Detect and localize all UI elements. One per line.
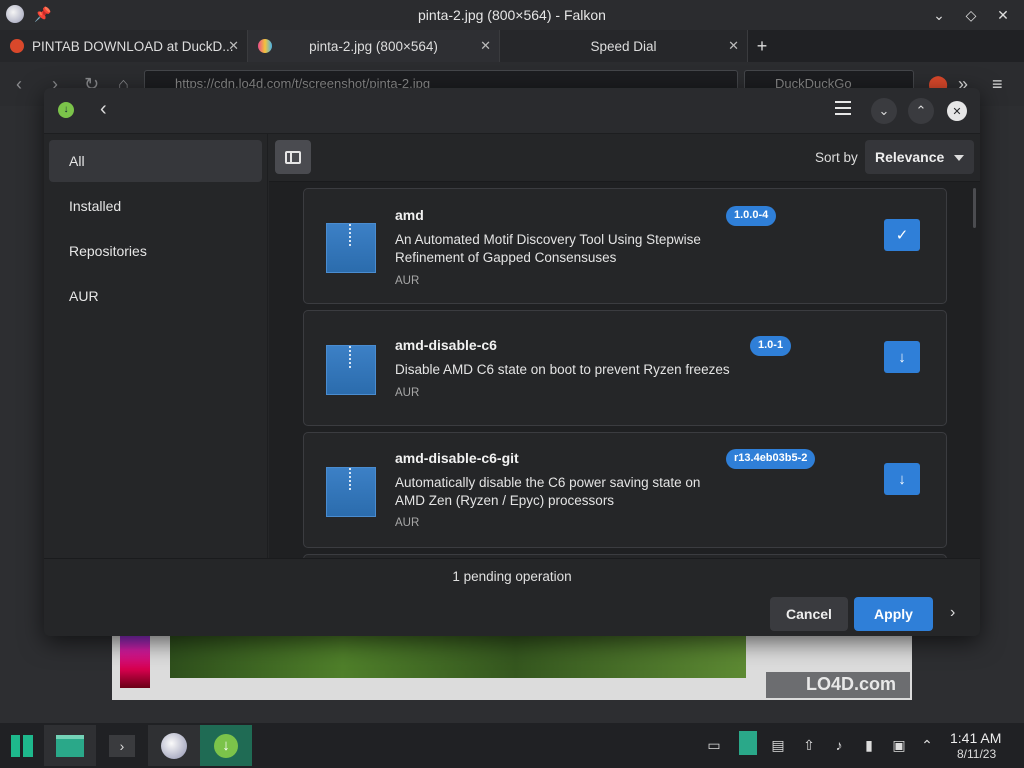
back-icon[interactable]: ‹ bbox=[16, 74, 22, 95]
scrollbar[interactable] bbox=[973, 188, 976, 228]
tab-close-icon[interactable]: ✕ bbox=[728, 38, 739, 54]
color-palette bbox=[120, 632, 150, 688]
dialog-close-button[interactable]: ✕ bbox=[947, 101, 967, 121]
check-icon: ✓ bbox=[895, 227, 909, 244]
window-title: pinta-2.jpg (800×564) - Falkon bbox=[418, 7, 606, 23]
apply-button[interactable]: Apply bbox=[854, 597, 933, 631]
package-description: Disable AMD C6 state on boot to prevent … bbox=[395, 362, 730, 377]
download-icon: ↓ bbox=[898, 348, 906, 366]
volume-muted-icon[interactable]: ♪ bbox=[830, 737, 848, 755]
main-menu-icon[interactable]: ≡ bbox=[992, 74, 1003, 95]
terminal-icon: › bbox=[109, 734, 135, 757]
package-content: Sort by Relevance amd 1.0.0-4 An Automat… bbox=[269, 134, 980, 558]
back-button[interactable]: ‹ bbox=[100, 98, 107, 121]
window-controls: ⌄ ◇ ✕ bbox=[930, 6, 1012, 24]
package-name: amd-disable-c6 bbox=[395, 337, 497, 353]
chevron-right-icon[interactable]: › bbox=[950, 604, 955, 622]
dialog-header: ↓ ‹ ⌄ ⌃ ✕ bbox=[44, 88, 980, 134]
falkon-icon bbox=[161, 732, 187, 759]
package-archive-icon bbox=[326, 223, 376, 273]
lo4d-watermark: LO4D.com bbox=[766, 672, 910, 698]
new-tab-button[interactable]: + bbox=[748, 30, 776, 62]
package-repo: AUR bbox=[395, 517, 420, 529]
package-card[interactable]: amd 1.0.0-4 An Automated Motif Discovery… bbox=[303, 188, 947, 304]
update-icon[interactable]: ⇧ bbox=[800, 737, 818, 755]
clipboard-icon[interactable]: ▭ bbox=[705, 737, 723, 755]
sort-dropdown[interactable]: Relevance bbox=[865, 140, 974, 174]
content-toolbar: Sort by Relevance bbox=[269, 134, 980, 182]
sidebar-item-repositories[interactable]: Repositories bbox=[49, 230, 262, 272]
pinta-icon bbox=[258, 39, 272, 53]
usb-drive-icon[interactable]: ▮ bbox=[860, 737, 878, 755]
maximize-icon[interactable]: ◇ bbox=[962, 6, 980, 24]
tab-duckduckgo[interactable]: PINTAB DOWNLOAD at DuckD... ✕ bbox=[0, 30, 248, 62]
sort-label: Sort by bbox=[815, 150, 858, 165]
clock-date[interactable]: 8/11/23 bbox=[957, 747, 996, 761]
install-button[interactable]: ↓ bbox=[884, 463, 920, 495]
minimize-icon[interactable]: ⌄ bbox=[930, 6, 948, 24]
collapse-up-button[interactable]: ⌃ bbox=[908, 98, 934, 124]
collapse-down-button[interactable]: ⌄ bbox=[871, 98, 897, 124]
taskbar-software-manager[interactable]: ↓ bbox=[200, 725, 252, 766]
version-badge: 1.0-1 bbox=[750, 336, 792, 356]
sidebar-item-all[interactable]: All bbox=[49, 140, 262, 182]
package-description: Automatically disable the C6 power savin… bbox=[395, 475, 701, 508]
version-badge: r13.4eb03b5-2 bbox=[726, 449, 816, 469]
sidebar-toggle-button[interactable] bbox=[275, 140, 311, 174]
installed-check-button[interactable]: ✓ bbox=[884, 219, 920, 251]
package-description: An Automated Motif Discovery Tool Using … bbox=[395, 232, 701, 265]
version-badge: 1.0.0-4 bbox=[726, 206, 777, 226]
tab-speed-dial[interactable]: Speed Dial ✕ bbox=[500, 30, 748, 62]
tab-label: Speed Dial bbox=[590, 38, 657, 54]
app-icon: ↓ bbox=[58, 102, 74, 118]
package-name: amd-disable-c6-git bbox=[395, 450, 519, 466]
sidebar-toggle-icon bbox=[285, 150, 301, 164]
chevron-down-icon bbox=[954, 155, 964, 161]
tab-close-icon[interactable]: ✕ bbox=[228, 38, 239, 54]
dialog-footer: 1 pending operation Cancel Apply › bbox=[44, 558, 980, 636]
category-sidebar: All Installed Repositories AUR bbox=[44, 134, 268, 558]
package-name: amd bbox=[395, 207, 424, 223]
window-titlebar: 📌 pinta-2.jpg (800×564) - Falkon ⌄ ◇ ✕ bbox=[0, 0, 1024, 30]
package-list[interactable]: amd 1.0.0-4 An Automated Motif Discovery… bbox=[269, 182, 980, 558]
taskbar-falkon[interactable] bbox=[148, 725, 200, 766]
install-button[interactable]: ↓ bbox=[884, 341, 920, 373]
download-app-icon: ↓ bbox=[214, 733, 238, 758]
folder-icon bbox=[56, 734, 84, 757]
taskbar-file-manager[interactable] bbox=[44, 725, 96, 766]
sort-value: Relevance bbox=[875, 149, 945, 165]
taskbar: › ↓ ▭ ▤ ⇧ ♪ ▮ ▣ ⌃ 1:41 AM 8/11/23 bbox=[0, 723, 1024, 768]
start-menu-button[interactable] bbox=[0, 725, 44, 766]
tab-close-icon[interactable]: ✕ bbox=[480, 38, 491, 54]
sidebar-item-installed[interactable]: Installed bbox=[49, 185, 262, 227]
tab-bar: PINTAB DOWNLOAD at DuckD... ✕ pinta-2.jp… bbox=[0, 30, 1024, 62]
package-card[interactable]: amd-disable-c6-git r13.4eb03b5-2 Automat… bbox=[303, 432, 947, 548]
hamburger-menu-icon[interactable] bbox=[835, 101, 851, 115]
close-icon[interactable]: ✕ bbox=[994, 6, 1012, 24]
manjaro-logo-icon bbox=[11, 734, 33, 757]
show-hidden-icons-icon[interactable]: ⌃ bbox=[918, 737, 936, 755]
package-archive-icon bbox=[326, 345, 376, 395]
tab-label: pinta-2.jpg (800×564) bbox=[309, 38, 438, 54]
download-icon: ↓ bbox=[898, 470, 906, 488]
package-archive-icon bbox=[326, 467, 376, 517]
package-updates-icon[interactable] bbox=[739, 731, 757, 755]
tab-pinta-image[interactable]: pinta-2.jpg (800×564) ✕ bbox=[248, 30, 500, 62]
network-icon[interactable]: ▣ bbox=[890, 737, 908, 755]
taskbar-terminal[interactable]: › bbox=[96, 725, 148, 766]
tab-label: PINTAB DOWNLOAD at DuckD... bbox=[32, 38, 234, 54]
duckduckgo-icon bbox=[10, 39, 24, 53]
vault-icon[interactable]: ▤ bbox=[769, 737, 787, 755]
package-repo: AUR bbox=[395, 387, 420, 399]
pending-operations-text: 1 pending operation bbox=[452, 569, 572, 584]
package-card[interactable]: amd-disable-c6 1.0-1 Disable AMD C6 stat… bbox=[303, 310, 947, 426]
clock-time[interactable]: 1:41 AM bbox=[950, 730, 1001, 746]
software-manager-dialog: ↓ ‹ ⌄ ⌃ ✕ All Installed Repositories AUR… bbox=[44, 88, 980, 636]
grass-image bbox=[170, 632, 746, 678]
cancel-button[interactable]: Cancel bbox=[770, 597, 848, 631]
package-repo: AUR bbox=[395, 275, 420, 287]
sidebar-item-aur[interactable]: AUR bbox=[49, 275, 262, 317]
